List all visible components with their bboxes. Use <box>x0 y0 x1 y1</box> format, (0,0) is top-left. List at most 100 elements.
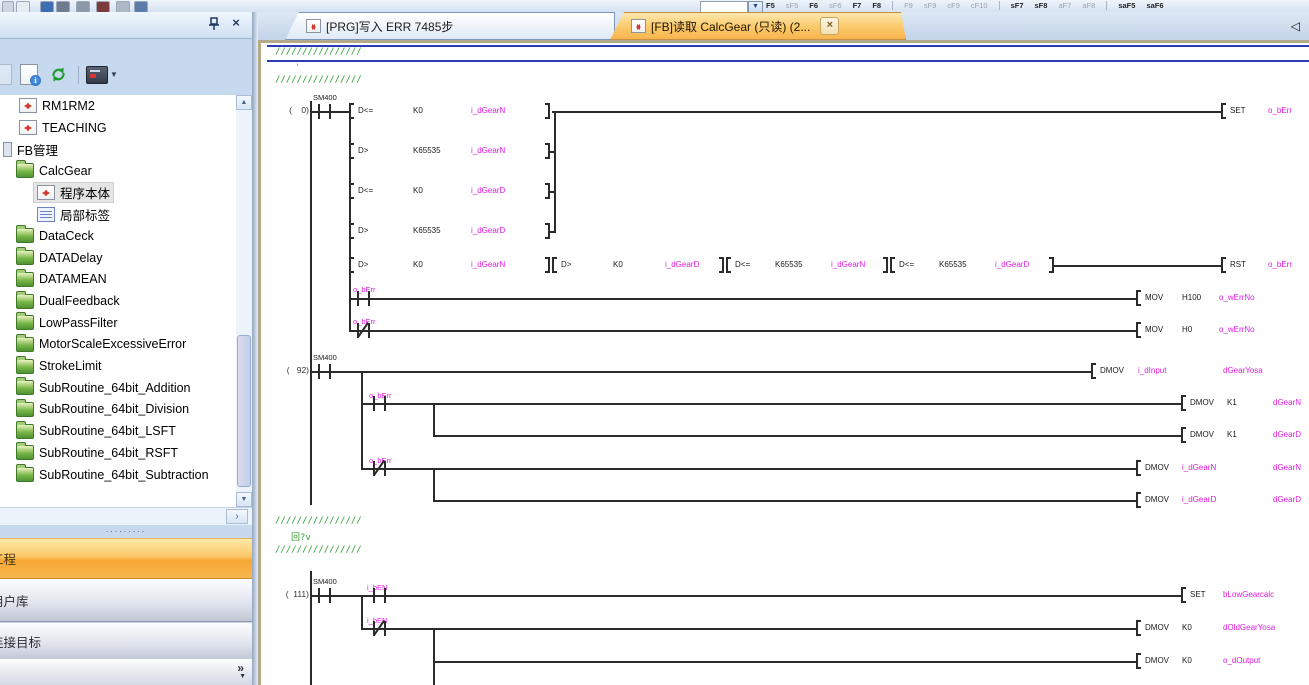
tree-horizontal-scrollbar[interactable]: › <box>0 507 252 525</box>
folder-icon <box>16 467 34 482</box>
close-icon[interactable]: × <box>820 17 839 35</box>
panel-splitter[interactable]: ......... <box>0 524 252 538</box>
tree-item[interactable]: TEACHING <box>0 117 236 139</box>
tree-item[interactable]: DualFeedback <box>0 290 236 312</box>
tree-item[interactable]: DataCeck <box>0 225 236 247</box>
instruction-text: K65535 <box>775 260 803 269</box>
fkey-button[interactable]: sF9 <box>924 1 937 10</box>
device-label: i_dGearN <box>471 260 505 269</box>
device-label: i_dGearD <box>665 260 699 269</box>
fkey-button[interactable]: F5 <box>766 1 775 10</box>
tree-item[interactable]: CalcGear <box>0 160 236 182</box>
tree-item[interactable]: LowPassFilter <box>0 312 236 334</box>
tree-item[interactable]: SubRoutine_64bit_Addition <box>0 377 236 399</box>
wire <box>433 500 1136 502</box>
fkey-button[interactable]: sF5 <box>786 1 799 10</box>
nav-band-project[interactable]: 工程 <box>0 538 252 579</box>
left-bracket <box>1091 363 1096 379</box>
scroll-up-icon[interactable]: ▲ <box>236 95 252 110</box>
step-number: ( 92) <box>263 365 309 375</box>
tree-item[interactable]: StrokeLimit <box>0 355 236 377</box>
tree-item[interactable]: 程序本体 <box>0 182 236 204</box>
device-name: SM400 <box>313 353 337 362</box>
tree-item-label: SubRoutine_64bit_Addition <box>39 381 191 395</box>
tree-item[interactable]: SubRoutine_64bit_RSFT <box>0 442 236 464</box>
tab-scroll-left-icon[interactable]: ◁ <box>1291 19 1300 33</box>
contact-bar <box>329 588 331 603</box>
fkey-button[interactable]: sF8 <box>1035 1 1048 10</box>
program-icon <box>37 185 55 200</box>
scroll-right-icon[interactable]: › <box>226 509 248 524</box>
fkey-button[interactable]: cF10 <box>971 1 988 10</box>
fkey-button[interactable]: saF6 <box>1146 1 1163 10</box>
contact-bar <box>384 461 386 476</box>
tab-prg-write-err[interactable]: [PRG]写入 ERR 7485步 <box>285 12 615 40</box>
fkey-button[interactable]: F6 <box>809 1 818 10</box>
device-label: i_dGearN <box>1182 463 1216 472</box>
scroll-down-icon[interactable]: ▼ <box>236 492 252 507</box>
device-label: bLowGearcalc <box>1223 590 1274 599</box>
scrollbar-thumb[interactable] <box>237 335 251 487</box>
instruction-text: DMOV <box>1190 430 1214 439</box>
tree-item[interactable]: FB管理 <box>0 138 236 160</box>
instruction-text: DMOV <box>1145 463 1169 472</box>
nav-band-connection-destination[interactable]: 连接目标 <box>0 623 252 660</box>
fkey-button[interactable]: aF7 <box>1058 1 1071 10</box>
left-bracket <box>726 257 731 273</box>
right-bracket <box>545 257 550 273</box>
tree-item[interactable]: MotorScaleExcessiveError <box>0 334 236 356</box>
pin-icon[interactable] <box>206 17 222 33</box>
tree-item[interactable]: SubRoutine_64bit_Subtraction <box>0 464 236 486</box>
document-tab-bar: [PRG]写入 ERR 7485步 [FB]读取 CalcGear (只读) (… <box>258 12 1309 41</box>
tab-fb-read-calcgear[interactable]: [FB]读取 CalcGear (只读) (2... × <box>610 12 906 40</box>
tree-item-label: 局部标签 <box>60 205 110 224</box>
device-label: i_dGearD <box>471 226 505 235</box>
fkey-button[interactable]: sF7 <box>1011 1 1024 10</box>
tree-vertical-scrollbar[interactable]: ▲ ▼ <box>236 95 252 507</box>
fkey-button[interactable]: aF8 <box>1082 1 1095 10</box>
nav-band-user-library[interactable]: 用户库 <box>0 579 252 622</box>
fkey-button[interactable]: sF6 <box>829 1 842 10</box>
disabled-doc-icon <box>0 64 12 85</box>
chevron-down-icon[interactable]: ▼ <box>239 673 246 680</box>
instruction-text: K0 <box>1182 656 1192 665</box>
tree-item[interactable]: 局部标签 <box>0 203 236 225</box>
chevron-down-icon[interactable]: ▼ <box>110 70 118 79</box>
fkey-button[interactable]: F8 <box>872 1 881 10</box>
instruction-text: H0 <box>1182 325 1192 334</box>
instruction-text: K0 <box>613 260 623 269</box>
device-label: i_dGearN <box>831 260 865 269</box>
fkey-button[interactable]: F9 <box>904 1 913 10</box>
ladder-editor[interactable]: ////////////////'////////////////( 0)SM4… <box>258 40 1309 685</box>
fkey-button[interactable]: F7 <box>853 1 862 10</box>
left-bracket <box>1221 257 1226 273</box>
contact-bar <box>373 396 375 411</box>
doc-info-icon[interactable]: i <box>20 64 38 85</box>
folder-icon <box>16 380 34 395</box>
project-tree: RM1RM2 TEACHING FB管理 CalcGear 程序本体 局部标签 … <box>0 95 236 507</box>
tree-item[interactable]: DATADelay <box>0 247 236 269</box>
device-label: o_wErrNo <box>1219 325 1255 334</box>
left-bracket <box>1221 103 1226 119</box>
instruction-text: K0 <box>413 186 423 195</box>
step-number: ( 0) <box>263 105 309 115</box>
tree-item[interactable]: DATAMEAN <box>0 269 236 291</box>
left-bracket <box>349 143 354 159</box>
instruction-text: D<= <box>735 260 750 269</box>
contact-bar <box>384 621 386 636</box>
refresh-icon[interactable] <box>50 66 67 88</box>
fkey-button[interactable]: saF5 <box>1118 1 1135 10</box>
tree-item[interactable]: RM1RM2 <box>0 95 236 117</box>
display-setting-icon[interactable] <box>86 66 108 84</box>
instruction-text: D<= <box>358 186 373 195</box>
tree-item[interactable]: SubRoutine_64bit_LSFT <box>0 420 236 442</box>
tree-item[interactable]: SubRoutine_64bit_Division <box>0 399 236 421</box>
fkey-button[interactable]: cF9 <box>947 1 960 10</box>
close-icon[interactable]: × <box>228 15 244 31</box>
instruction-text: K0 <box>1182 623 1192 632</box>
tree-item-label: LowPassFilter <box>39 316 118 330</box>
wire <box>433 435 1181 437</box>
wire <box>552 111 1221 113</box>
wire <box>549 191 556 193</box>
instruction-text: MOV <box>1145 293 1163 302</box>
